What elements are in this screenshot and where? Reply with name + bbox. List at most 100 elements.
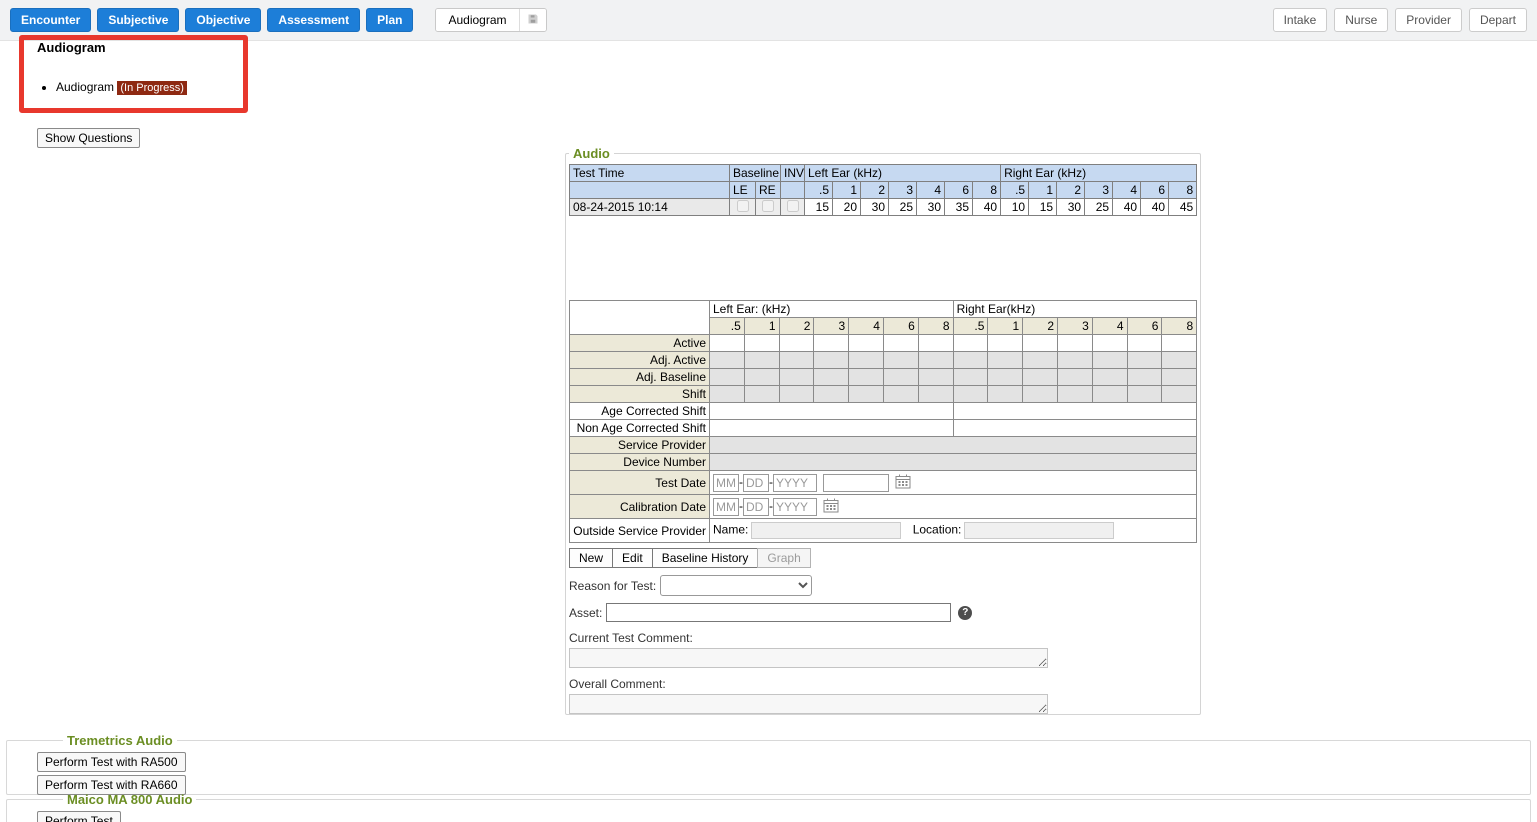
asset-row: Asset: ? bbox=[569, 603, 1197, 622]
inv-cell bbox=[781, 199, 805, 216]
nav-button-plan[interactable]: Plan bbox=[366, 8, 413, 32]
perform-test-button[interactable]: Perform Test bbox=[37, 811, 121, 822]
value-cell bbox=[1092, 335, 1127, 352]
nav-button-subjective[interactable]: Subjective bbox=[97, 8, 179, 32]
calendar-icon[interactable] bbox=[823, 498, 839, 516]
value-cell bbox=[710, 352, 745, 369]
baseline-re-checkbox[interactable] bbox=[762, 200, 774, 212]
blank-corner-cell bbox=[570, 301, 710, 335]
save-button[interactable] bbox=[519, 9, 546, 31]
save-icon bbox=[527, 13, 539, 28]
value-cell bbox=[1058, 386, 1093, 403]
stage-button-group: Intake Nurse Provider Depart bbox=[1273, 8, 1527, 32]
freq-header: 2 bbox=[1057, 182, 1085, 199]
outside-provider-location-input[interactable] bbox=[964, 522, 1114, 539]
row-label: Calibration Date bbox=[570, 495, 710, 519]
value-cell bbox=[710, 386, 745, 403]
nav-button-assessment[interactable]: Assessment bbox=[267, 8, 360, 32]
perform-test-ra500-button[interactable]: Perform Test with RA500 bbox=[37, 752, 186, 772]
outside-provider-name-input[interactable] bbox=[751, 522, 901, 539]
value-cell bbox=[1162, 335, 1197, 352]
inv-checkbox[interactable] bbox=[787, 200, 799, 212]
value-cell bbox=[918, 386, 953, 403]
depart-button[interactable]: Depart bbox=[1469, 8, 1527, 32]
test-date-time-input[interactable] bbox=[823, 474, 889, 492]
freq-header: 2 bbox=[861, 182, 889, 199]
reason-for-test-label: Reason for Test: bbox=[569, 579, 656, 593]
value-cell bbox=[779, 386, 814, 403]
service-provider-cell bbox=[710, 437, 1197, 454]
edit-button[interactable]: Edit bbox=[612, 548, 653, 568]
outside-service-provider-row: Outside Service Provider Name: Location: bbox=[570, 519, 1197, 543]
value-cell bbox=[1127, 369, 1162, 386]
test-date-yyyy-input[interactable] bbox=[773, 474, 817, 492]
test-table-subheader-row: LE RE .5 1 2 3 4 6 8 .5 1 2 3 4 6 8 bbox=[570, 182, 1197, 199]
overall-comment-label: Overall Comment: bbox=[569, 677, 1197, 691]
name-label: Name: bbox=[713, 523, 748, 537]
value-cell bbox=[883, 335, 918, 352]
nurse-button[interactable]: Nurse bbox=[1334, 8, 1388, 32]
freq-header: 3 bbox=[889, 182, 917, 199]
test-date-dd-input[interactable] bbox=[743, 474, 769, 492]
nav-button-objective[interactable]: Objective bbox=[185, 8, 261, 32]
reason-for-test-row: Reason for Test: bbox=[569, 575, 1197, 596]
right-ear-value: 30 bbox=[1057, 199, 1085, 216]
progress-list: Audiogram (In Progress) bbox=[37, 78, 187, 97]
new-button[interactable]: New bbox=[569, 548, 613, 568]
baseline-history-button[interactable]: Baseline History bbox=[652, 548, 759, 568]
freq-header: 2 bbox=[1023, 318, 1058, 335]
page-title: Audiogram bbox=[37, 40, 106, 55]
graph-button[interactable]: Graph bbox=[757, 548, 810, 568]
baseline-le-checkbox[interactable] bbox=[737, 200, 749, 212]
nav-button-encounter[interactable]: Encounter bbox=[10, 8, 91, 32]
overall-comment-textarea[interactable] bbox=[569, 694, 1048, 714]
blank-header-cell bbox=[781, 182, 805, 199]
provider-button[interactable]: Provider bbox=[1395, 8, 1462, 32]
right-span-cell bbox=[953, 420, 1197, 437]
calibration-date-cell: -- bbox=[710, 495, 1197, 519]
asset-input[interactable] bbox=[606, 603, 951, 622]
show-questions-button[interactable]: Show Questions bbox=[37, 128, 140, 148]
baseline-le-cell bbox=[730, 199, 756, 216]
col-baseline: Baseline bbox=[730, 165, 781, 182]
audiogram-link[interactable]: Audiogram bbox=[56, 80, 114, 94]
row-label: Adj. Active bbox=[570, 352, 710, 369]
calibration-date-dd-input[interactable] bbox=[743, 498, 769, 516]
value-cell bbox=[1162, 352, 1197, 369]
current-test-comment-textarea[interactable] bbox=[569, 648, 1048, 668]
calendar-icon[interactable] bbox=[895, 474, 911, 492]
intake-button[interactable]: Intake bbox=[1273, 8, 1328, 32]
value-cell bbox=[814, 335, 849, 352]
value-cell bbox=[1127, 352, 1162, 369]
left-ear-value: 40 bbox=[973, 199, 1001, 216]
left-span-cell bbox=[710, 420, 954, 437]
col-re: RE bbox=[756, 182, 781, 199]
calibration-date-mm-input[interactable] bbox=[713, 498, 739, 516]
value-cell bbox=[849, 369, 884, 386]
test-time-cell[interactable]: 08-24-2015 10:14 bbox=[570, 199, 730, 216]
tab-audiogram[interactable]: Audiogram bbox=[436, 9, 518, 31]
freq-header: 1 bbox=[1029, 182, 1057, 199]
row-label: Device Number bbox=[570, 454, 710, 471]
test-date-mm-input[interactable] bbox=[713, 474, 739, 492]
value-cell bbox=[779, 352, 814, 369]
value-cell bbox=[953, 335, 988, 352]
value-cell bbox=[744, 369, 779, 386]
help-icon[interactable]: ? bbox=[958, 606, 972, 620]
reason-for-test-select[interactable] bbox=[660, 575, 812, 596]
progress-list-item: Audiogram (In Progress) bbox=[56, 78, 187, 97]
value-cell bbox=[1127, 386, 1162, 403]
freq-header: 2 bbox=[779, 318, 814, 335]
calibration-date-yyyy-input[interactable] bbox=[773, 498, 817, 516]
value-cell bbox=[1058, 369, 1093, 386]
audiogram-test-table: Test Time Baseline INV Left Ear (kHz) Ri… bbox=[569, 164, 1197, 216]
freq-header: 6 bbox=[1127, 318, 1162, 335]
freq-header: .5 bbox=[1001, 182, 1029, 199]
value-cell bbox=[883, 369, 918, 386]
value-cell bbox=[883, 352, 918, 369]
outside-service-provider-cell: Name: Location: bbox=[710, 519, 1197, 543]
service-provider-row: Service Provider bbox=[570, 437, 1197, 454]
freq-header: 6 bbox=[883, 318, 918, 335]
adj-active-row: Adj. Active bbox=[570, 352, 1197, 369]
left-ear-value: 35 bbox=[945, 199, 973, 216]
